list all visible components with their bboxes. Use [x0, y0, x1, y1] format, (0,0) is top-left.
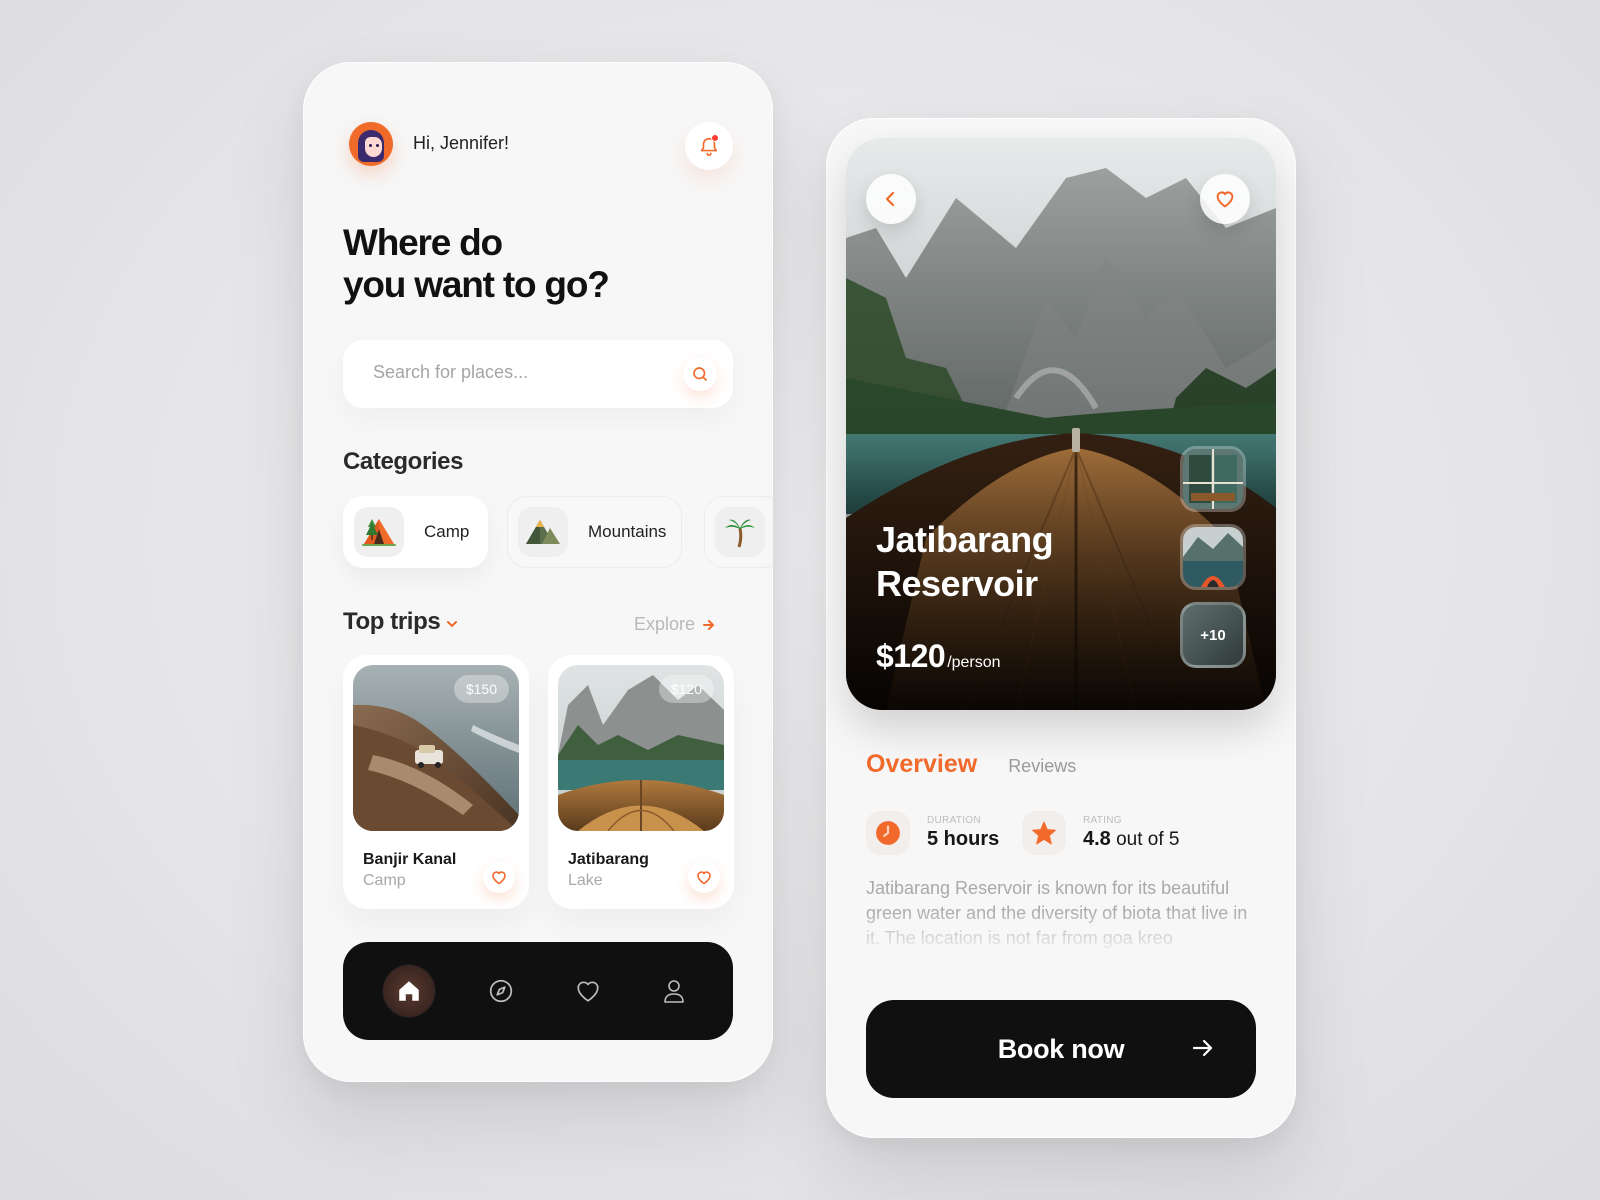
duration-label: DURATION [927, 815, 981, 826]
price-badge: $120 [658, 675, 714, 703]
heart-icon [1216, 191, 1234, 208]
user-icon [664, 980, 684, 1003]
detail-screen: Jatibarang Reservoir $120 /person +10 Ov… [826, 118, 1296, 1138]
duration-stat: DURATION 5 hours [866, 811, 999, 855]
description-text: Jatibarang Reservoir is known for its be… [866, 878, 1248, 948]
page-title: Where do you want to go? [343, 222, 610, 305]
search-input[interactable] [373, 362, 653, 383]
mountain-icon [518, 507, 568, 557]
rating-stat: RATING 4.8 out of 5 [1022, 811, 1179, 855]
trip-type: Lake [568, 872, 603, 889]
rating-label: RATING [1083, 815, 1122, 826]
search-icon [693, 367, 707, 381]
header: Hi, Jennifer! [343, 122, 733, 186]
tab-overview[interactable]: Overview [866, 750, 977, 779]
arrow-right-icon [703, 619, 715, 630]
notification-dot [711, 134, 719, 142]
home-icon [399, 981, 419, 1001]
chevron-down-icon [447, 621, 458, 628]
star-icon [1022, 811, 1066, 855]
price-badge: $150 [453, 675, 509, 703]
bottom-nav [343, 942, 733, 1040]
price-unit: /person [947, 654, 1001, 671]
trip-card-banjir-kanal[interactable]: $150 Banjir Kanal Camp [343, 655, 529, 909]
compass-icon [489, 979, 513, 1003]
category-camp[interactable]: Camp [343, 496, 488, 568]
heart-icon [697, 870, 711, 884]
palm-tree-icon [715, 507, 765, 557]
price: $120 /person [876, 638, 1001, 675]
chevron-left-icon [885, 191, 895, 207]
nav-favorites[interactable] [562, 965, 614, 1017]
gallery-thumbnail[interactable] [1180, 446, 1246, 512]
trip-name: Jatibarang [568, 851, 649, 868]
categories-list: Camp Mountains [343, 496, 773, 568]
heart-icon [492, 870, 506, 884]
tab-reviews[interactable]: Reviews [1008, 756, 1076, 777]
heart-icon [577, 981, 599, 1002]
category-label: Camp [424, 522, 470, 541]
favorite-button[interactable] [1200, 174, 1250, 224]
explore-link[interactable]: Explore [634, 614, 715, 635]
back-button[interactable] [866, 174, 916, 224]
category-mountains[interactable]: Mountains [507, 496, 682, 568]
trip-name: Banjir Kanal [363, 851, 457, 868]
price-amount: $120 [876, 638, 946, 674]
trip-type: Camp [363, 872, 406, 889]
notifications-button[interactable] [685, 122, 733, 170]
detail-tabs: Overview Reviews [866, 750, 1076, 779]
search-button[interactable] [683, 357, 717, 391]
rating-value: 4.8 out of 5 [1083, 828, 1180, 850]
category-label: Mountains [588, 522, 667, 541]
trip-image: $120 [558, 665, 724, 831]
tent-icon [354, 507, 404, 557]
clock-icon [866, 811, 910, 855]
more-photos-button[interactable]: +10 [1180, 602, 1246, 668]
book-now-button[interactable]: Book now [866, 1000, 1256, 1098]
categories-title: Categories [343, 448, 464, 475]
nav-profile[interactable] [648, 965, 700, 1017]
search-bar [343, 340, 733, 408]
duration-value: 5 hours [927, 828, 1000, 850]
arrow-right-icon [1192, 1039, 1213, 1057]
category-tropical[interactable] [704, 496, 773, 568]
book-now-label: Book now [997, 1033, 1125, 1064]
hero-image: Jatibarang Reservoir $120 /person +10 [846, 138, 1276, 710]
gallery-thumbnail[interactable] [1180, 524, 1246, 590]
top-trips-title[interactable]: Top trips [343, 608, 458, 636]
trip-card-jatibarang[interactable]: $120 Jatibarang Lake [548, 655, 734, 909]
greeting-text: Hi, Jennifer! [413, 133, 510, 153]
favorite-button[interactable] [483, 861, 515, 893]
avatar[interactable] [349, 122, 393, 166]
favorite-button[interactable] [688, 861, 720, 893]
trip-image: $150 [353, 665, 519, 831]
home-screen: Hi, Jennifer! Where do you want to go? C… [303, 62, 773, 1082]
nav-explore[interactable] [475, 965, 527, 1017]
destination-title: Jatibarang Reservoir [876, 519, 1054, 604]
nav-home[interactable] [383, 965, 435, 1017]
